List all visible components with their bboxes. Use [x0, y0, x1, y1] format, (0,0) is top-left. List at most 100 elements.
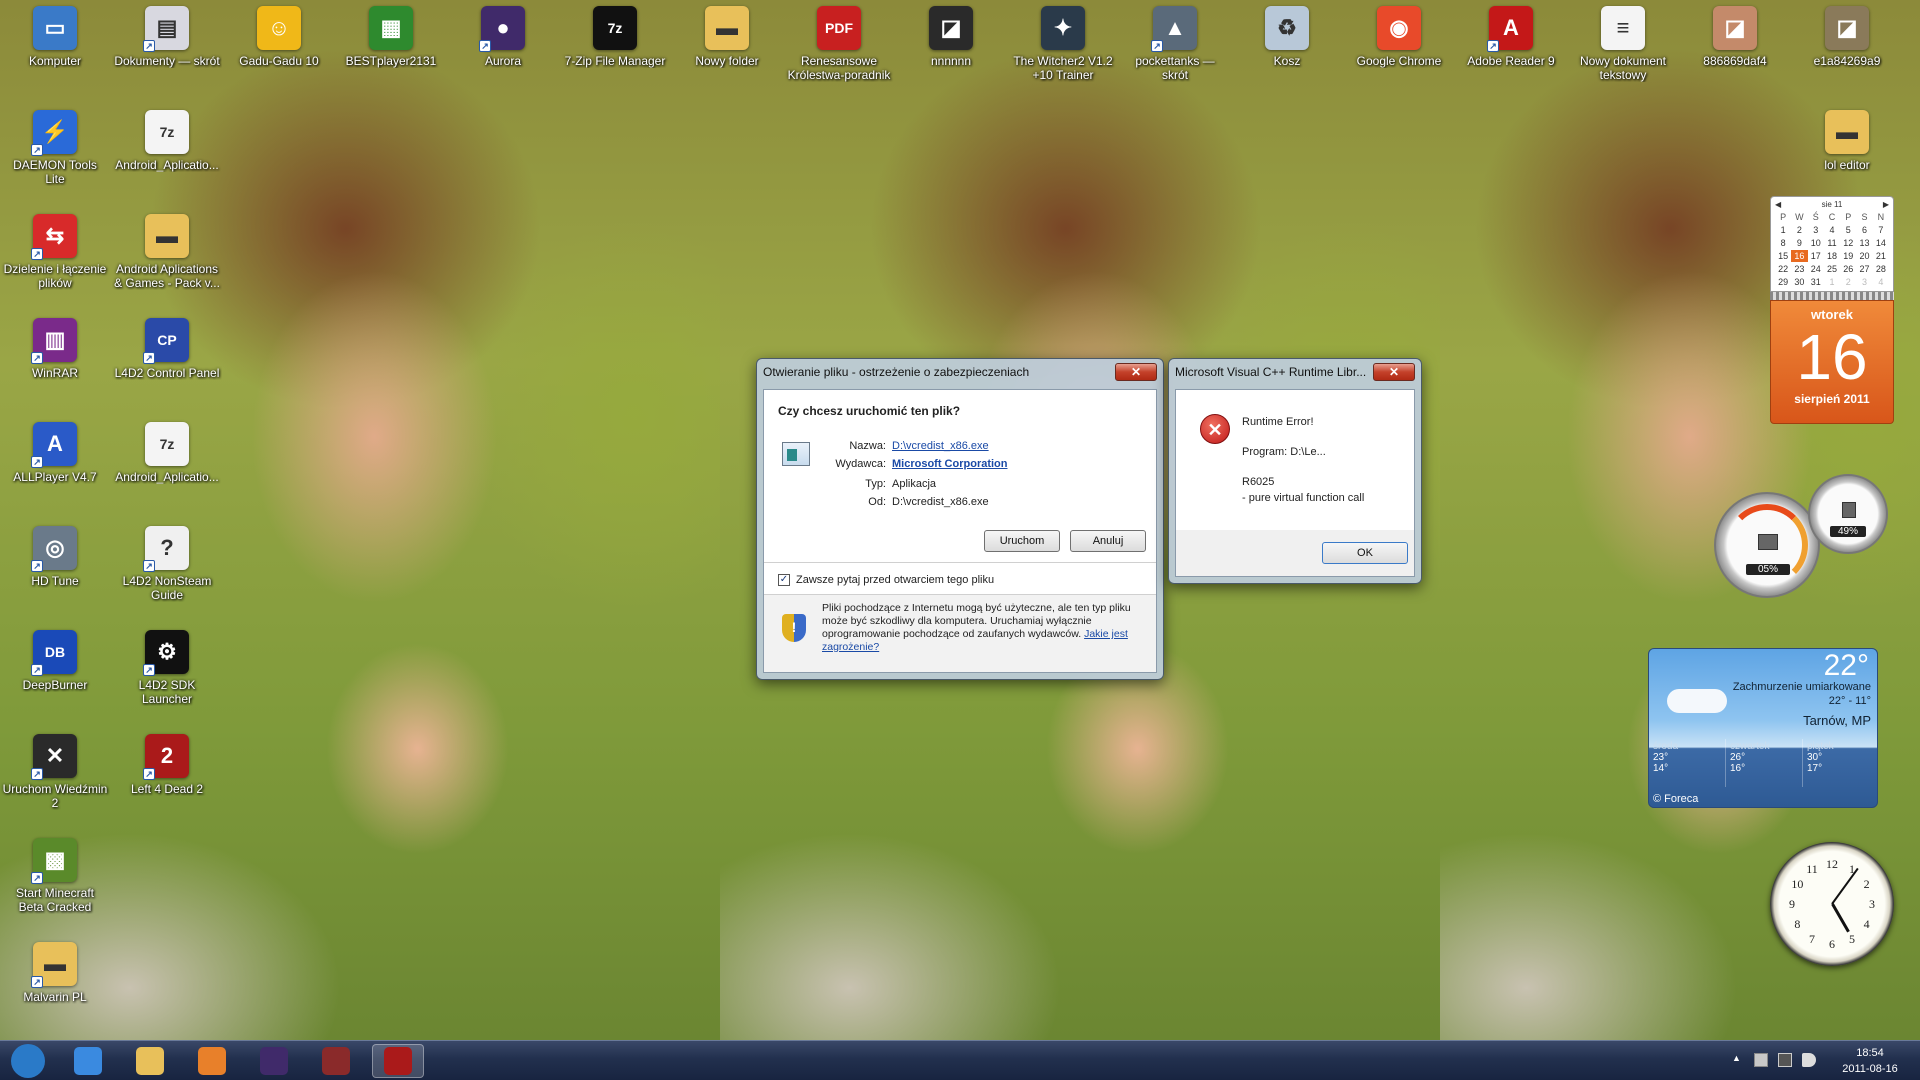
calendar-day[interactable]: 29 — [1775, 276, 1791, 288]
calendar-gadget[interactable]: ◀ sie 11 ▶ P W Ś C P S N 1 2 3 4 5 6 7 8 9 10 11 12 13 14 15 1… — [1770, 196, 1894, 424]
calendar-day[interactable]: 22 — [1775, 263, 1791, 275]
cancel-button[interactable]: Anuluj — [1070, 530, 1146, 552]
taskbar-button[interactable] — [186, 1044, 238, 1078]
calendar-prev-icon[interactable]: ◀ — [1775, 200, 1781, 209]
calendar-day[interactable]: 20 — [1856, 250, 1872, 262]
taskbar-button[interactable] — [62, 1044, 114, 1078]
desktop-icon[interactable]: ☺ Gadu-Gadu 10 — [224, 0, 334, 68]
desktop-icon[interactable]: ⇆ ↗ Dzielenie i łączenie plików — [0, 208, 110, 290]
desktop-icon[interactable]: PDF Renesansowe Królestwa-poradnik — [784, 0, 894, 82]
calendar-day[interactable]: 11 — [1824, 237, 1840, 249]
desktop-icon[interactable]: DB ↗ DeepBurner — [0, 624, 110, 692]
desktop-icon[interactable]: ▦ BESTplayer2131 — [336, 0, 446, 68]
calendar-day[interactable]: 6 — [1856, 224, 1872, 236]
desktop-icon[interactable]: ▬ lol editor — [1792, 104, 1902, 172]
calendar-day[interactable]: 21 — [1873, 250, 1889, 262]
calendar-day[interactable]: 8 — [1775, 237, 1791, 249]
desktop-icon[interactable]: ⚙ ↗ L4D2 SDK Launcher — [112, 624, 222, 706]
calendar-day[interactable]: 18 — [1824, 250, 1840, 262]
calendar-day[interactable]: 16 — [1791, 250, 1808, 262]
calendar-day[interactable]: 19 — [1840, 250, 1856, 262]
calendar-day[interactable]: 1 — [1824, 276, 1840, 288]
calendar-day[interactable]: 28 — [1873, 263, 1889, 275]
desktop-icon[interactable]: ≡ Nowy dokument tekstowy — [1568, 0, 1678, 82]
calendar-day[interactable]: 9 — [1791, 237, 1807, 249]
error-dialog-close-button[interactable]: ✕ — [1373, 363, 1415, 381]
calendar-day[interactable]: 1 — [1775, 224, 1791, 236]
weather-gadget[interactable]: 22° Zachmurzenie umiarkowane 22° - 11° T… — [1648, 648, 1878, 808]
calendar-day[interactable]: 4 — [1873, 276, 1889, 288]
desktop-icon[interactable]: A ↗ ALLPlayer V4.7 — [0, 416, 110, 484]
desktop-icon[interactable]: ▬ Nowy folder — [672, 0, 782, 68]
action-center-icon[interactable] — [1754, 1053, 1768, 1067]
calendar-day[interactable]: 17 — [1808, 250, 1824, 262]
desktop-icon[interactable]: ◪ 886869daf4 — [1680, 0, 1790, 68]
desktop-icon[interactable]: ◎ ↗ HD Tune — [0, 520, 110, 588]
taskbar-button[interactable] — [310, 1044, 362, 1078]
desktop-icon[interactable]: ▩ ↗ Start Minecraft Beta Cracked — [0, 832, 110, 914]
desktop-icon[interactable]: ◉ Google Chrome — [1344, 0, 1454, 68]
desktop-icon[interactable]: ▲ ↗ pockettanks — skrót — [1120, 0, 1230, 82]
calendar-day[interactable]: 14 — [1873, 237, 1889, 249]
calendar-day[interactable]: 26 — [1840, 263, 1856, 275]
always-ask-label[interactable]: Zawsze pytaj przed otwarciem tego pliku — [796, 574, 994, 586]
security-dialog-close-button[interactable]: ✕ — [1115, 363, 1157, 381]
calendar-day[interactable]: 3 — [1808, 224, 1824, 236]
desktop-icon[interactable]: ◪ nnnnnn — [896, 0, 1006, 68]
calendar-day[interactable]: 23 — [1791, 263, 1807, 275]
calendar-day[interactable]: 2 — [1791, 224, 1807, 236]
calendar-day[interactable]: 12 — [1840, 237, 1856, 249]
calendar-day[interactable]: 24 — [1808, 263, 1824, 275]
calendar-day[interactable]: 3 — [1856, 276, 1872, 288]
taskbar-button[interactable] — [248, 1044, 300, 1078]
desktop-icon[interactable]: ▬ ↗ Malvarin PL — [0, 936, 110, 1004]
desktop-icon[interactable]: ✕ ↗ Uruchom Wiedźmin 2 — [0, 728, 110, 810]
clock-gadget[interactable]: 12 1 2 3 4 5 6 7 8 9 10 11 — [1770, 842, 1894, 966]
desktop-icon[interactable]: 7z Android_Aplicatio... — [112, 104, 222, 172]
calendar-day[interactable]: 5 — [1840, 224, 1856, 236]
desktop-icon[interactable]: A ↗ Adobe Reader 9 — [1456, 0, 1566, 68]
desktop-icon[interactable]: ▤ ↗ Dokumenty — skrót — [112, 0, 222, 68]
calendar-next-icon[interactable]: ▶ — [1883, 200, 1889, 209]
network-icon[interactable] — [1778, 1053, 1792, 1067]
always-ask-checkbox[interactable]: ✓ — [778, 574, 790, 586]
calendar-day[interactable]: 7 — [1873, 224, 1889, 236]
taskbar: ▲ 18:54 2011-08-16 — [0, 1040, 1920, 1080]
desktop-icon[interactable]: ◪ e1a84269a9 — [1792, 0, 1902, 68]
weather-credit[interactable]: © Foreca — [1653, 793, 1698, 805]
publisher-value-link[interactable]: Microsoft Corporation — [892, 458, 1008, 470]
desktop-icon[interactable]: ♻ Kosz — [1232, 0, 1342, 68]
cpu-meter-gadget[interactable]: 05% 49% — [1710, 474, 1890, 604]
desktop-icon[interactable]: CP ↗ L4D2 Control Panel — [112, 312, 222, 380]
calendar-day[interactable]: 15 — [1775, 250, 1791, 262]
desktop-icon[interactable]: ? ↗ L4D2 NonSteam Guide — [112, 520, 222, 602]
taskbar-button[interactable] — [124, 1044, 176, 1078]
security-dialog-titlebar[interactable]: Otwieranie pliku - ostrzeżenie o zabezpi… — [757, 359, 1163, 385]
desktop-icon[interactable]: ● ↗ Aurora — [448, 0, 558, 68]
calendar-day[interactable]: 30 — [1791, 276, 1807, 288]
desktop-icon[interactable]: ▭ Komputer — [0, 0, 110, 68]
desktop-icon[interactable]: ⚡ ↗ DAEMON Tools Lite — [0, 104, 110, 186]
calendar-day[interactable]: 31 — [1808, 276, 1824, 288]
desktop-icon[interactable]: 2 ↗ Left 4 Dead 2 — [112, 728, 222, 796]
calendar-day[interactable]: 25 — [1824, 263, 1840, 275]
ok-button[interactable]: OK — [1322, 542, 1408, 564]
desktop-icon[interactable]: ✦ The Witcher2 V1.2 +10 Trainer — [1008, 0, 1118, 82]
calendar-day[interactable]: 27 — [1856, 263, 1872, 275]
desktop-icon[interactable]: 7z Android_Aplicatio... — [112, 416, 222, 484]
calendar-day[interactable]: 10 — [1808, 237, 1824, 249]
volume-icon[interactable] — [1802, 1053, 1816, 1067]
calendar-day[interactable]: 2 — [1840, 276, 1856, 288]
start-button[interactable] — [2, 1044, 54, 1078]
desktop-icon[interactable]: 7z 7-Zip File Manager — [560, 0, 670, 68]
calendar-day[interactable]: 4 — [1824, 224, 1840, 236]
tray-chevron-icon[interactable]: ▲ — [1732, 1053, 1741, 1063]
taskbar-button[interactable] — [372, 1044, 424, 1078]
name-value-link[interactable]: D:\vcredist_x86.exe — [892, 440, 989, 452]
taskbar-clock[interactable]: 18:54 2011-08-16 — [1830, 1045, 1910, 1077]
desktop-icon[interactable]: ▥ ↗ WinRAR — [0, 312, 110, 380]
calendar-day[interactable]: 13 — [1856, 237, 1872, 249]
run-button[interactable]: Uruchom — [984, 530, 1060, 552]
error-dialog-titlebar[interactable]: Microsoft Visual C++ Runtime Libr... ✕ — [1169, 359, 1421, 385]
desktop-icon[interactable]: ▬ Android Aplications & Games - Pack v... — [112, 208, 222, 290]
